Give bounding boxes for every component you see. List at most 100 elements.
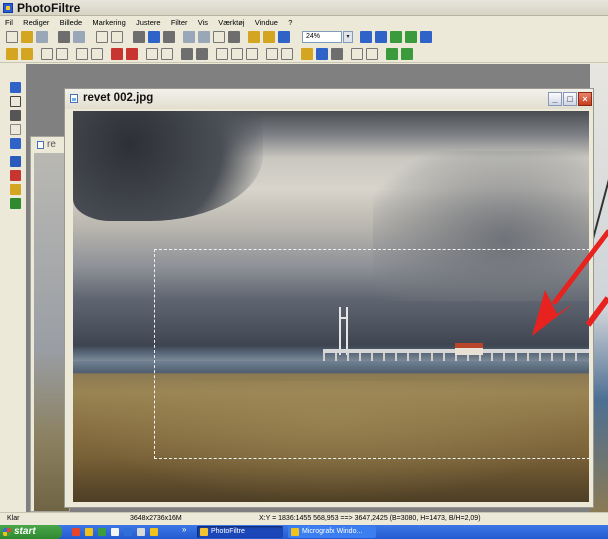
- close-button[interactable]: ×: [578, 92, 592, 106]
- selection-marquee[interactable]: [154, 249, 589, 459]
- gamma-down-icon[interactable]: [146, 48, 158, 60]
- fullscreen-icon[interactable]: [405, 31, 417, 43]
- filter-icon[interactable]: [163, 31, 175, 43]
- triangle-icon[interactable]: [266, 48, 278, 60]
- document-icon: [70, 94, 78, 103]
- lasso-icon[interactable]: [10, 96, 21, 107]
- taskbar-item-micrografx[interactable]: Micrografx Windo...: [288, 526, 376, 538]
- micrografx-icon: [291, 528, 299, 536]
- app-title: PhotoFiltre: [17, 1, 81, 15]
- canvas-icon[interactable]: [366, 48, 378, 60]
- main-toolbar: 24% ▾: [0, 29, 608, 46]
- zoom-select[interactable]: 24%: [302, 31, 342, 43]
- menu-vaerktoj[interactable]: Værktøj: [213, 16, 247, 27]
- sharpen-icon[interactable]: [196, 48, 208, 60]
- monitor-icon[interactable]: [420, 31, 432, 43]
- menu-vindue[interactable]: Vindue: [250, 16, 281, 27]
- document-window: revet 002.jpg _ □ ×: [64, 88, 594, 508]
- drop-icon[interactable]: [246, 48, 258, 60]
- image-icon[interactable]: [148, 31, 160, 43]
- frame-icon[interactable]: [216, 48, 228, 60]
- quicklaunch-folder-icon[interactable]: [85, 528, 93, 536]
- document-titlebar[interactable]: revet 002.jpg _ □ ×: [65, 89, 593, 109]
- quicklaunch-explorer-icon[interactable]: [137, 528, 145, 536]
- color-icon[interactable]: [248, 31, 260, 43]
- menu-bar: Fil Rediger Billede Markering Justere Fi…: [0, 16, 608, 29]
- flip-horizontal-icon[interactable]: [301, 48, 313, 60]
- triangle-alt-icon[interactable]: [281, 48, 293, 60]
- copy-icon[interactable]: [183, 31, 195, 43]
- saturation-up-icon[interactable]: [126, 48, 138, 60]
- auto-level-icon[interactable]: [6, 48, 18, 60]
- image-info: 3648x2736x16M: [130, 515, 182, 522]
- export-icon[interactable]: [386, 48, 398, 60]
- pyramid-icon[interactable]: [10, 156, 21, 167]
- menu-vis[interactable]: Vis: [193, 16, 211, 27]
- window-icon[interactable]: [278, 31, 290, 43]
- paste-icon[interactable]: [198, 31, 210, 43]
- resize-icon[interactable]: [351, 48, 363, 60]
- flip-vertical-icon[interactable]: [316, 48, 328, 60]
- status-state: Klar: [7, 515, 20, 522]
- quicklaunch-app-icon[interactable]: [98, 528, 106, 536]
- quicklaunch-tool-icon[interactable]: [150, 528, 158, 536]
- menu-billede[interactable]: Billede: [55, 16, 86, 27]
- dark-clouds: [73, 111, 263, 221]
- taskbar-item-label: Micrografx Windo...: [302, 528, 363, 535]
- clipboard-icon[interactable]: [10, 184, 21, 195]
- menu-help[interactable]: ?: [283, 16, 295, 27]
- brightness-up-icon[interactable]: [56, 48, 68, 60]
- print-icon[interactable]: [58, 31, 70, 43]
- redo-icon[interactable]: [111, 31, 123, 43]
- screen-icon[interactable]: [10, 198, 21, 209]
- zoom-out-icon[interactable]: [375, 31, 387, 43]
- app-titlebar: PhotoFiltre: [0, 0, 608, 16]
- scan-icon[interactable]: [73, 31, 85, 43]
- open-icon[interactable]: [21, 31, 33, 43]
- save-icon[interactable]: [36, 31, 48, 43]
- photo-canvas[interactable]: [73, 111, 589, 502]
- contrast-down-icon[interactable]: [76, 48, 88, 60]
- taskbar-item-photofiltre[interactable]: PhotoFiltre: [197, 526, 283, 538]
- gamma-up-icon[interactable]: [161, 48, 173, 60]
- undo-icon[interactable]: [96, 31, 108, 43]
- chevron-right-icon[interactable]: »: [182, 525, 186, 534]
- tool-palette: [0, 64, 26, 512]
- menu-markering[interactable]: Markering: [87, 16, 128, 27]
- quicklaunch-browser-icon[interactable]: [72, 528, 80, 536]
- exif-icon[interactable]: [10, 124, 21, 135]
- menu-rediger[interactable]: Rediger: [18, 16, 52, 27]
- zoom-in-icon[interactable]: [360, 31, 372, 43]
- frame-icon[interactable]: [10, 110, 21, 121]
- menu-filter[interactable]: Filter: [166, 16, 191, 27]
- effect-icon[interactable]: [263, 31, 275, 43]
- photofiltre-window: PhotoFiltre Fil Rediger Billede Markerin…: [0, 0, 608, 539]
- plugin-icon[interactable]: [401, 48, 413, 60]
- text-icon[interactable]: [228, 31, 240, 43]
- brightness-down-icon[interactable]: [41, 48, 53, 60]
- quicklaunch-media-icon[interactable]: [124, 528, 132, 536]
- saturation-down-icon[interactable]: [111, 48, 123, 60]
- start-button[interactable]: start: [0, 525, 62, 539]
- selection-icon[interactable]: [10, 82, 21, 93]
- blur-icon[interactable]: [181, 48, 193, 60]
- rotate-icon[interactable]: [331, 48, 343, 60]
- maximize-button[interactable]: □: [563, 92, 577, 106]
- chevron-down-icon[interactable]: ▾: [343, 31, 353, 43]
- quicklaunch-desktop-icon[interactable]: [111, 528, 119, 536]
- minimize-button[interactable]: _: [548, 92, 562, 106]
- crop-icon[interactable]: [213, 31, 225, 43]
- menu-justere[interactable]: Justere: [131, 16, 164, 27]
- grayscale-icon[interactable]: [133, 31, 145, 43]
- brush-icon[interactable]: [10, 138, 21, 149]
- contrast-up-icon[interactable]: [91, 48, 103, 60]
- fit-icon[interactable]: [390, 31, 402, 43]
- eyedropper-icon[interactable]: [10, 170, 21, 181]
- new-icon[interactable]: [6, 31, 18, 43]
- filter-toolbar: [0, 46, 608, 63]
- shape-icon[interactable]: [231, 48, 243, 60]
- auto-contrast-icon[interactable]: [21, 48, 33, 60]
- taskbar: start » PhotoFiltre Micrografx Windo...: [0, 525, 608, 539]
- menu-fil[interactable]: Fil: [0, 16, 16, 27]
- status-bar: Klar 3648x2736x16M X:Y = 1836:1455 568,9…: [0, 512, 608, 525]
